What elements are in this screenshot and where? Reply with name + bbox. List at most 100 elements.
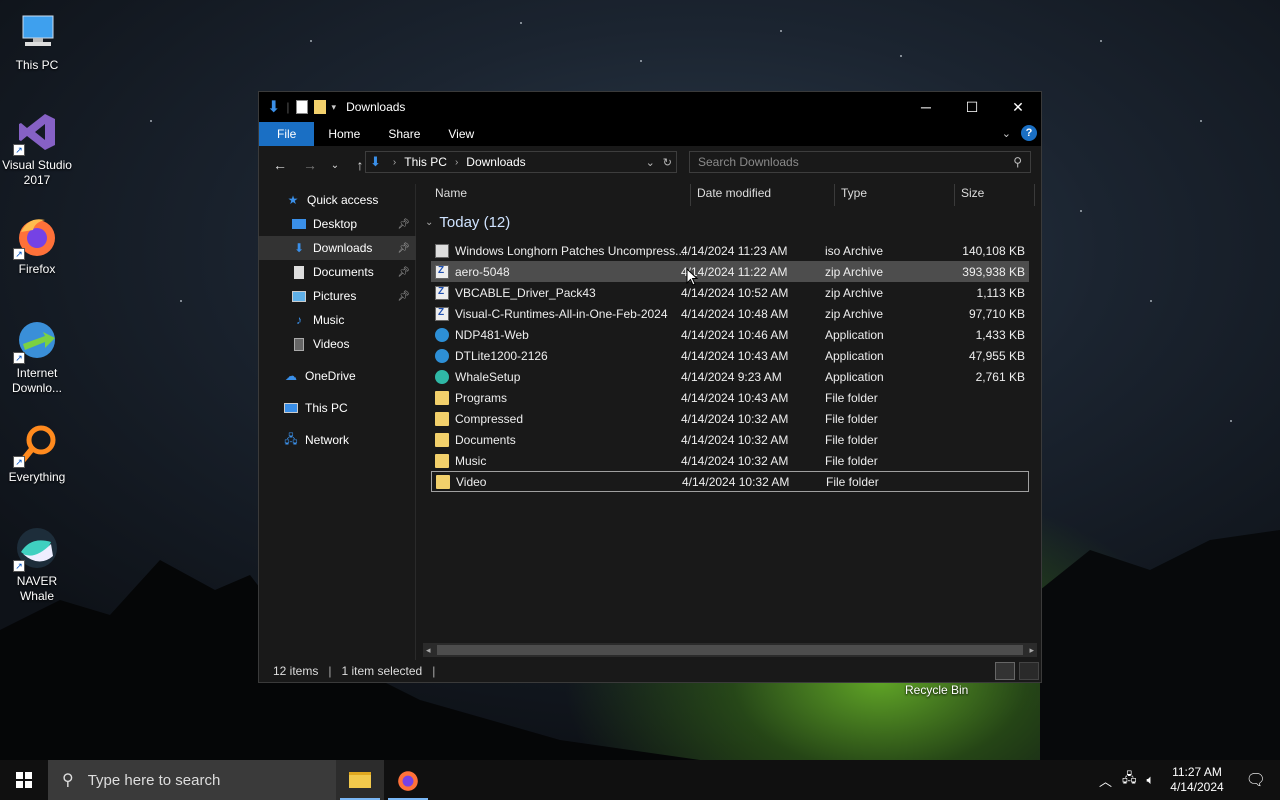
file-row[interactable]: Programs 4/14/2024 10:43 AM File folder xyxy=(431,387,1029,408)
nav-item-music[interactable]: ♪ Music xyxy=(259,308,416,332)
notification-center-icon[interactable]: 🗨︎ xyxy=(1240,770,1272,790)
tab-file[interactable]: File xyxy=(259,122,315,146)
file-row[interactable]: Music 4/14/2024 10:32 AM File folder xyxy=(431,450,1029,471)
clock[interactable]: 11:27 AM 4/14/2024 xyxy=(1164,765,1229,795)
file-type: File folder xyxy=(825,432,878,447)
nav-onedrive[interactable]: ☁ OneDrive xyxy=(259,364,416,388)
address-history-chevron-icon[interactable]: ⌄ xyxy=(646,156,655,169)
desktop-icon-this-pc[interactable]: This PC xyxy=(0,10,74,73)
file-explorer-window: ⬇ | ▾ Downloads ─ ☐ ✕ File Home Share Vi… xyxy=(258,91,1042,683)
collapse-chevron-icon: ⌄ xyxy=(425,217,434,228)
desktop-folder-icon xyxy=(291,217,307,231)
nav-label: Music xyxy=(313,313,345,327)
file-row[interactable]: aero-5048 4/14/2024 11:22 AM zip Archive… xyxy=(431,261,1029,282)
large-icons-view-button[interactable] xyxy=(1019,662,1039,680)
breadcrumb-this-pc[interactable]: This PC xyxy=(404,155,447,169)
maximize-button[interactable]: ☐ xyxy=(949,92,995,122)
file-name: DTLite1200-2126 xyxy=(455,348,548,363)
show-hidden-icons-chevron-icon[interactable]: ︿ xyxy=(1099,771,1112,790)
nav-item-pictures[interactable]: Pictures 📌︎ xyxy=(259,284,416,308)
status-bar: 12 items | 1 item selected | xyxy=(259,660,1043,682)
file-row[interactable]: WhaleSetup 4/14/2024 9:23 AM Application… xyxy=(431,366,1029,387)
scroll-right-arrow-icon[interactable]: ▸ xyxy=(1029,643,1034,657)
shortcut-arrow-icon: ↗ xyxy=(13,560,25,572)
network-icon: 🖧︎ xyxy=(284,431,298,446)
desktop-icon-visual-studio[interactable]: ↗ Visual Studio 2017 xyxy=(0,110,74,188)
downloads-location-icon: ⬇ xyxy=(370,154,381,169)
search-input[interactable]: Search Downloads xyxy=(698,155,799,169)
file-type: Application xyxy=(825,327,884,342)
desktop-icon-everything[interactable]: ↗ Everything xyxy=(0,422,74,485)
file-row[interactable]: Windows Longhorn Patches Uncompress... 4… xyxy=(431,240,1029,261)
search-box[interactable]: Search Downloads ⚲ xyxy=(689,151,1031,173)
column-date-modified[interactable]: Date modified xyxy=(691,184,835,206)
title-bar[interactable]: ⬇ | ▾ Downloads ─ ☐ ✕ xyxy=(259,92,1041,122)
new-folder-icon[interactable] xyxy=(313,100,326,114)
refresh-icon[interactable]: ↻ xyxy=(663,156,672,169)
tab-home[interactable]: Home xyxy=(314,122,374,146)
help-icon[interactable]: ? xyxy=(1021,125,1037,141)
expand-ribbon-chevron-icon[interactable]: ⌄ xyxy=(1002,127,1011,140)
nav-label: Videos xyxy=(313,337,350,351)
address-bar[interactable]: ⬇ › This PC › Downloads ⌄ ↻ xyxy=(365,151,677,173)
recycle-bin-label[interactable]: Recycle Bin xyxy=(905,683,968,697)
nav-item-downloads[interactable]: ⬇ Downloads 📌︎ xyxy=(259,236,416,260)
taskbar-file-explorer[interactable] xyxy=(336,760,384,800)
nav-item-videos[interactable]: Videos xyxy=(259,332,416,356)
nav-this-pc[interactable]: This PC xyxy=(259,396,416,420)
breadcrumb-downloads[interactable]: Downloads xyxy=(466,155,525,169)
nav-label: Pictures xyxy=(313,289,357,303)
tab-view[interactable]: View xyxy=(434,122,488,146)
file-row[interactable]: VBCABLE_Driver_Pack43 4/14/2024 10:52 AM… xyxy=(431,282,1029,303)
scrollbar-thumb[interactable] xyxy=(437,645,1023,655)
desktop-icon-label: Everything xyxy=(8,470,66,484)
file-row[interactable]: Video 4/14/2024 10:32 AM File folder xyxy=(431,471,1029,492)
nav-network[interactable]: 🖧︎ Network xyxy=(259,428,416,452)
column-size[interactable]: Size xyxy=(955,184,1035,206)
nav-quick-access[interactable]: ★ Quick access xyxy=(259,188,416,212)
shortcut-arrow-icon: ↗ xyxy=(13,456,25,468)
search-icon: ⚲ xyxy=(1013,155,1022,169)
file-row[interactable]: NDP481-Web 4/14/2024 10:46 AM Applicatio… xyxy=(431,324,1029,345)
file-date: 4/14/2024 10:52 AM xyxy=(681,285,789,300)
network-icon[interactable]: 🖧︎ xyxy=(1122,769,1137,791)
group-header-today[interactable]: ⌄ Today (12) xyxy=(425,214,510,231)
file-type: File folder xyxy=(825,411,878,426)
nav-item-desktop[interactable]: Desktop 📌︎ xyxy=(259,212,416,236)
desktop-icon-internet-download-manager[interactable]: ↗ Internet Downlo... xyxy=(0,318,74,396)
file-row[interactable]: Compressed 4/14/2024 10:32 AM File folde… xyxy=(431,408,1029,429)
customize-toolbar-chevron-icon[interactable]: ▾ xyxy=(332,102,337,113)
forward-arrow-icon[interactable]: → xyxy=(299,157,321,173)
taskbar-search-box[interactable]: ⚲ Type here to search xyxy=(48,760,336,800)
desktop-icon-label: 2017 xyxy=(23,173,51,187)
minimize-button[interactable]: ─ xyxy=(903,92,949,122)
file-row[interactable]: Visual-C-Runtimes-All-in-One-Feb-2024 4/… xyxy=(431,303,1029,324)
start-button[interactable] xyxy=(0,760,48,800)
file-row[interactable]: DTLite1200-2126 4/14/2024 10:43 AM Appli… xyxy=(431,345,1029,366)
volume-icon[interactable]: 🔈︎ xyxy=(1146,772,1154,788)
back-arrow-icon[interactable]: ← xyxy=(269,157,291,173)
nav-item-documents[interactable]: Documents 📌︎ xyxy=(259,260,416,284)
nav-label: Desktop xyxy=(313,217,358,231)
file-size: 97,710 KB xyxy=(968,306,1025,321)
breadcrumb-separator-icon: › xyxy=(454,156,459,168)
details-view-button[interactable] xyxy=(995,662,1015,680)
application-icon xyxy=(435,327,449,342)
taskbar-search-input[interactable]: Type here to search xyxy=(88,772,221,789)
close-button[interactable]: ✕ xyxy=(995,92,1041,122)
file-type: zip Archive xyxy=(825,306,884,321)
desktop-icon-firefox[interactable]: ↗ Firefox xyxy=(0,214,74,277)
group-label: Today (12) xyxy=(439,214,511,231)
recent-locations-chevron-icon[interactable]: ⌄ xyxy=(329,160,341,171)
column-type[interactable]: Type xyxy=(835,184,955,206)
file-row[interactable]: Documents 4/14/2024 10:32 AM File folder xyxy=(431,429,1029,450)
scroll-left-arrow-icon[interactable]: ◂ xyxy=(426,643,431,657)
properties-icon[interactable] xyxy=(295,100,308,114)
tab-share[interactable]: Share xyxy=(374,122,434,146)
shortcut-arrow-icon: ↗ xyxy=(13,144,25,156)
taskbar-firefox[interactable] xyxy=(384,760,432,800)
desktop-icon-naver-whale[interactable]: ↗ NAVER Whale xyxy=(0,526,74,604)
horizontal-scrollbar[interactable]: ◂ ▸ xyxy=(423,643,1037,657)
file-date: 4/14/2024 10:46 AM xyxy=(681,327,789,342)
column-name[interactable]: Name xyxy=(417,184,691,206)
